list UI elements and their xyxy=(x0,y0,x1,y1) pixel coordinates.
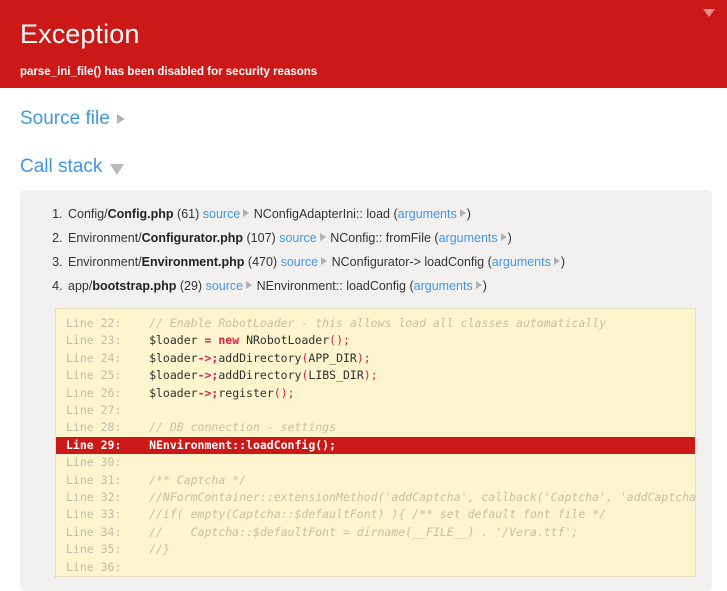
triangle-right-icon xyxy=(553,257,560,265)
source-line-code: //if( empty(Captcha::$defaultFont) ){ /*… xyxy=(121,507,607,522)
arguments-link[interactable]: arguments xyxy=(398,207,457,221)
close-paren: ) xyxy=(560,255,566,269)
source-line-number: Line 27: xyxy=(66,403,122,418)
arguments-link[interactable]: arguments xyxy=(492,255,551,269)
close-paren: ) xyxy=(466,207,471,221)
call-stack-frame: Environment/Environment.php (470) source… xyxy=(66,250,698,274)
source-code-line: Line 31: /** Captcha */ xyxy=(56,472,695,489)
source-line-number: Line 33: xyxy=(66,507,122,522)
source-line-number: Line 26: xyxy=(66,385,122,400)
triangle-down-icon[interactable] xyxy=(703,9,715,17)
source-code-line: Line 35: //} xyxy=(56,541,695,558)
source-code-line: Line 23: $loader = new NRobotLoader(); xyxy=(56,332,695,349)
source-link[interactable]: source xyxy=(279,231,317,245)
source-line-code: // Enable RobotLoader - this allows load… xyxy=(121,316,607,330)
source-file-label: Source file xyxy=(20,108,110,129)
triangle-right-icon xyxy=(321,257,328,265)
frame-filename: Environment.php xyxy=(141,255,245,269)
source-code-line-highlighted: Line 29: NEnvironment::loadConfig(); xyxy=(56,436,695,455)
triangle-right-icon xyxy=(500,233,507,241)
triangle-right-icon xyxy=(475,281,482,289)
frame-callable: NConfigurator-> loadConfig xyxy=(331,255,485,269)
source-code-line: Line 33: //if( empty(Captcha::$defaultFo… xyxy=(56,506,695,523)
frame-line-number: (107) xyxy=(246,231,276,245)
source-code-line: Line 26: $loader->;register(); xyxy=(56,385,695,402)
frame-line-number: (61) xyxy=(177,207,200,221)
frame-filename: bootstrap.php xyxy=(92,279,177,293)
source-line-code: //} xyxy=(121,542,170,557)
triangle-right-icon xyxy=(319,233,326,241)
source-line-code: /** Captcha */ xyxy=(121,472,247,487)
frame-directory: Environment/ xyxy=(68,255,142,269)
source-line-code: //NFormContainer::extensionMethod('addCa… xyxy=(121,490,696,505)
source-code-line: Line 32: //NFormContainer::extensionMeth… xyxy=(56,489,695,506)
frame-filename: Config.php xyxy=(107,207,174,221)
section-heading-call-stack[interactable]: Call stack xyxy=(0,156,727,178)
source-line-number: Line 25: xyxy=(66,368,122,383)
page-title: Exception xyxy=(20,19,140,49)
source-code-line: Line 36: xyxy=(56,559,695,576)
source-link[interactable]: source xyxy=(281,255,319,269)
exception-header: Exception parse_ini_file() has been disa… xyxy=(0,0,727,88)
frame-filename: Configurator.php xyxy=(141,231,244,245)
source-line-number: Line 24: xyxy=(66,350,122,365)
section-heading-source-file[interactable]: Source file xyxy=(0,108,727,130)
arguments-link[interactable]: arguments xyxy=(414,279,473,293)
call-stack-frame: app/bootstrap.php (29) source NEnvironme… xyxy=(66,274,698,298)
source-line-number: Line 29: xyxy=(66,437,122,452)
call-stack-label: Call stack xyxy=(20,156,103,177)
call-stack-frame: Environment/Configurator.php (107) sourc… xyxy=(66,226,698,250)
frame-line-number: (470) xyxy=(247,255,278,269)
source-line-number: Line 28: xyxy=(66,420,122,435)
triangle-right-icon xyxy=(243,209,250,217)
source-line-number: Line 34: xyxy=(66,524,122,539)
source-code-line: Line 24: $loader->;addDirectory(APP_DIR)… xyxy=(56,350,695,367)
source-line-number: Line 22: xyxy=(66,316,122,330)
call-stack-panel: Config/Config.php (61) source NConfigAda… xyxy=(20,190,712,591)
source-code-line: Line 22: // Enable RobotLoader - this al… xyxy=(56,315,695,332)
triangle-down-icon xyxy=(110,163,125,175)
source-line-number: Line 32: xyxy=(66,490,122,505)
source-code-line: Line 28: // DB connection - settings xyxy=(56,419,695,436)
call-stack-list: Config/Config.php (61) source NConfigAda… xyxy=(20,202,712,298)
frame-line-number: (29) xyxy=(179,279,203,293)
source-code-block: Line 22: // Enable RobotLoader - this al… xyxy=(55,308,696,578)
close-paren: ) xyxy=(482,279,487,293)
source-line-number: Line 23: xyxy=(66,333,122,348)
triangle-right-icon xyxy=(246,281,253,289)
source-link[interactable]: source xyxy=(203,207,241,221)
source-line-code: $loader->;addDirectory(APP_DIR); xyxy=(121,350,371,365)
source-code-line: Line 30: xyxy=(56,454,695,471)
exception-message: parse_ini_file() has been disabled for s… xyxy=(20,66,318,78)
close-paren: ) xyxy=(507,231,512,245)
frame-directory: app/ xyxy=(68,279,93,293)
source-line-code: $loader->;register(); xyxy=(121,385,295,400)
source-line-code: // DB connection - settings xyxy=(121,420,337,435)
source-code-line: Line 25: $loader->;addDirectory(LIBS_DIR… xyxy=(56,367,695,384)
triangle-right-icon xyxy=(459,209,466,217)
source-code-line: Line 34: // Captcha::$defaultFont = dirn… xyxy=(56,524,695,541)
frame-directory: Environment/ xyxy=(68,231,142,245)
arguments-link[interactable]: arguments xyxy=(439,231,498,245)
frame-callable: NEnvironment:: loadConfig xyxy=(256,279,406,293)
frame-callable: NConfigAdapterIni:: load xyxy=(253,207,390,221)
source-link[interactable]: source xyxy=(206,279,244,293)
call-stack-frame: Config/Config.php (61) source NConfigAda… xyxy=(66,202,698,226)
source-line-number: Line 35: xyxy=(66,542,122,557)
source-line-code: // Captcha::$defaultFont = dirname(__FIL… xyxy=(121,524,579,539)
source-line-number: Line 31: xyxy=(66,472,122,487)
source-code-line: Line 27: xyxy=(56,402,695,419)
triangle-right-icon xyxy=(116,114,125,124)
source-line-code: $loader = new NRobotLoader(); xyxy=(121,333,350,348)
source-line-code: NEnvironment::loadConfig(); xyxy=(121,437,337,452)
frame-callable: NConfig:: fromFile xyxy=(330,231,431,245)
source-line-number: Line 36: xyxy=(66,559,122,574)
frame-directory: Config/ xyxy=(68,207,108,221)
source-line-code: $loader->;addDirectory(LIBS_DIR); xyxy=(121,368,378,383)
source-line-number: Line 30: xyxy=(66,455,122,470)
